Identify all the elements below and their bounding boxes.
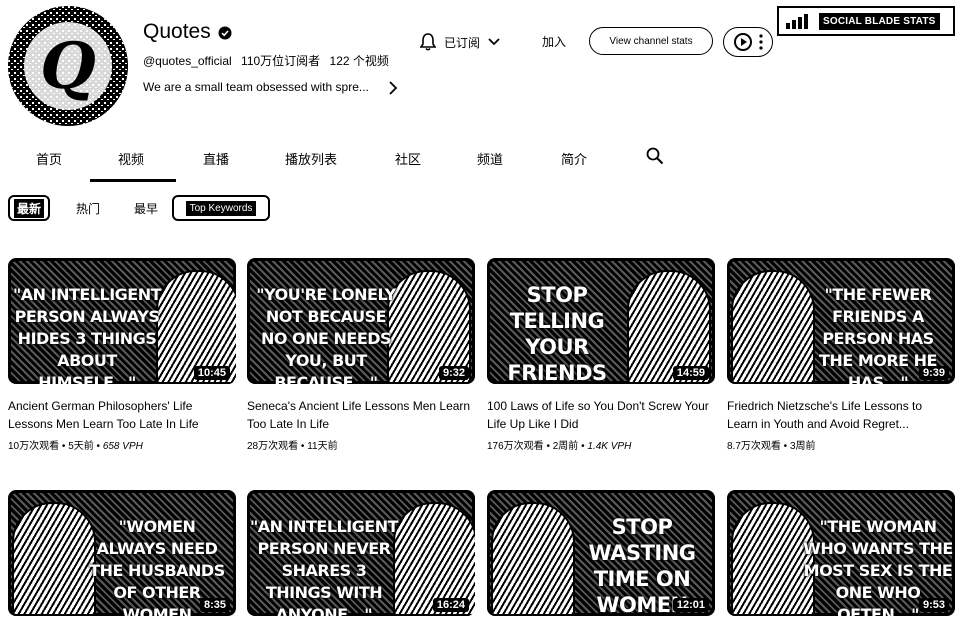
portrait-image <box>491 502 575 616</box>
channel-meta: @quotes_official 110万位订阅者 122 个视频 <box>143 52 395 69</box>
video-meta: 8.7万次观看 • 3周前 <box>727 441 816 452</box>
video-thumbnail[interactable]: "AN INTELLIGENT PERSON ALWAYS HIDES 3 TH… <box>8 258 236 384</box>
extension-menu-button[interactable] <box>723 27 773 57</box>
subscriber-count: 110万位订阅者 <box>241 54 321 68</box>
video-card[interactable]: "WOMEN ALWAYS NEED THE HUSBANDS OF OTHER… <box>8 490 236 616</box>
search-icon[interactable] <box>646 147 664 165</box>
video-title[interactable]: 100 Laws of Life so You Don't Screw Your… <box>487 397 715 433</box>
video-title[interactable]: Seneca's Ancient Life Lessons Men Learn … <box>247 397 475 433</box>
socialblade-label: SOCIAL BLADE STATS <box>819 12 940 30</box>
view-count: 8.7万次观看 <box>727 441 781 452</box>
thumbnail-caption: STOP TELLING YOUR FRIENDS YOUR PLANS <box>507 283 607 384</box>
channel-handle: @quotes_official <box>143 54 232 68</box>
channel-tabs: 首页 视频 直播 播放列表 社区 频道 简介 <box>0 143 966 183</box>
tab-playlists[interactable]: 播放列表 <box>285 149 337 168</box>
video-thumbnail[interactable]: "THE WOMAN WHO WANTS THE MOST SEX IS THE… <box>727 490 955 616</box>
video-duration: 10:45 <box>193 366 230 380</box>
video-duration: 9:32 <box>438 366 469 380</box>
upload-age: 3周前 <box>789 441 816 452</box>
thumbnail-caption: "AN INTELLIGENT PERSON ALWAYS HIDES 3 TH… <box>12 285 162 384</box>
video-card[interactable]: "YOU'RE LONELY NOT BECAUSE NO ONE NEEDS … <box>247 258 475 452</box>
tab-home[interactable]: 首页 <box>36 149 62 168</box>
video-card[interactable]: STOP WASTING TIME ON WOMEN 12:01 <box>487 490 715 616</box>
thumbnail-caption: "AN INTELLIGENT PERSON NEVER SHARES 3 TH… <box>249 517 399 616</box>
chevron-down-icon <box>488 38 500 46</box>
bell-icon <box>420 33 436 51</box>
active-tab-indicator <box>90 179 176 182</box>
chip-oldest[interactable]: 最早 <box>128 195 164 221</box>
video-thumbnail[interactable]: "AN INTELLIGENT PERSON NEVER SHARES 3 TH… <box>247 490 475 616</box>
video-duration: 16:24 <box>432 598 469 612</box>
video-thumbnail[interactable]: "YOU'RE LONELY NOT BECAUSE NO ONE NEEDS … <box>247 258 475 384</box>
channel-description[interactable]: We are a small team obsessed with spre..… <box>143 80 378 94</box>
video-duration: 14:59 <box>672 366 709 380</box>
video-card[interactable]: "AN INTELLIGENT PERSON NEVER SHARES 3 TH… <box>247 490 475 616</box>
tab-videos[interactable]: 视频 <box>118 149 144 168</box>
video-meta: 28万次观看 • 11天前 <box>247 441 338 452</box>
video-thumbnail[interactable]: STOP WASTING TIME ON WOMEN 12:01 <box>487 490 715 616</box>
video-thumbnail[interactable]: "THE FEWER FRIENDS A PERSON HAS THE MORE… <box>727 258 955 384</box>
upload-age: 5天前 <box>68 441 94 452</box>
verified-icon <box>218 26 232 40</box>
video-card[interactable]: STOP TELLING YOUR FRIENDS YOUR PLANS 14:… <box>487 258 715 452</box>
play-circle-icon <box>734 33 752 51</box>
join-button[interactable]: 加入 <box>542 33 566 50</box>
tab-channels[interactable]: 频道 <box>477 149 503 168</box>
chip-top-keywords-label: Top Keywords <box>185 200 257 216</box>
chip-popular[interactable]: 热门 <box>70 195 106 221</box>
view-count: 176万次观看 <box>487 441 544 452</box>
avatar-letter: Q <box>40 29 96 104</box>
video-duration: 9:39 <box>918 366 949 380</box>
video-meta: 10万次观看 • 5天前 • 658 VPH <box>8 441 143 452</box>
tab-about[interactable]: 简介 <box>561 149 587 168</box>
avatar-logo: Q <box>8 6 128 126</box>
video-title[interactable]: Friedrich Nietzsche's Life Lessons to Le… <box>727 397 955 433</box>
socialblade-stats-button[interactable]: SOCIAL BLADE STATS <box>777 6 955 36</box>
video-meta: 176万次观看 • 2周前 • 1.4K VPH <box>487 441 632 452</box>
video-count: 122 个视频 <box>329 54 389 68</box>
vph-stat: 1.4K VPH <box>587 441 632 452</box>
video-title[interactable]: Ancient German Philosophers' Life Lesson… <box>8 397 236 433</box>
view-channel-stats-button[interactable]: View channel stats <box>589 27 713 55</box>
video-thumbnail[interactable]: "WOMEN ALWAYS NEED THE HUSBANDS OF OTHER… <box>8 490 236 616</box>
chevron-right-icon[interactable] <box>388 81 398 95</box>
tab-community[interactable]: 社区 <box>395 149 421 168</box>
video-duration: 8:35 <box>199 598 230 612</box>
chip-top-keywords[interactable]: Top Keywords <box>172 195 270 221</box>
thumbnail-caption: "YOU'RE LONELY NOT BECAUSE NO ONE NEEDS … <box>256 285 396 384</box>
video-card[interactable]: "THE WOMAN WHO WANTS THE MOST SEX IS THE… <box>727 490 955 616</box>
vph-stat: 658 VPH <box>102 441 143 452</box>
more-vertical-icon <box>759 34 763 50</box>
subscribed-button[interactable]: 已订阅 <box>420 28 500 56</box>
bar-chart-icon <box>786 14 808 29</box>
video-duration: 12:01 <box>672 598 709 612</box>
video-duration: 9:53 <box>918 598 949 612</box>
video-thumbnail[interactable]: STOP TELLING YOUR FRIENDS YOUR PLANS 14:… <box>487 258 715 384</box>
view-count: 28万次观看 <box>247 441 299 452</box>
upload-age: 2周前 <box>552 441 579 452</box>
video-card[interactable]: "AN INTELLIGENT PERSON ALWAYS HIDES 3 TH… <box>8 258 236 452</box>
chip-latest[interactable]: 最新 <box>8 195 50 221</box>
view-count: 10万次观看 <box>8 441 60 452</box>
chip-latest-label: 最新 <box>13 198 44 218</box>
tab-live[interactable]: 直播 <box>203 149 229 168</box>
channel-avatar[interactable]: Q <box>8 6 128 126</box>
upload-age: 11天前 <box>307 441 338 452</box>
video-card[interactable]: "THE FEWER FRIENDS A PERSON HAS THE MORE… <box>727 258 955 452</box>
subscribed-label: 已订阅 <box>444 35 481 50</box>
channel-name: Quotes <box>143 20 211 43</box>
